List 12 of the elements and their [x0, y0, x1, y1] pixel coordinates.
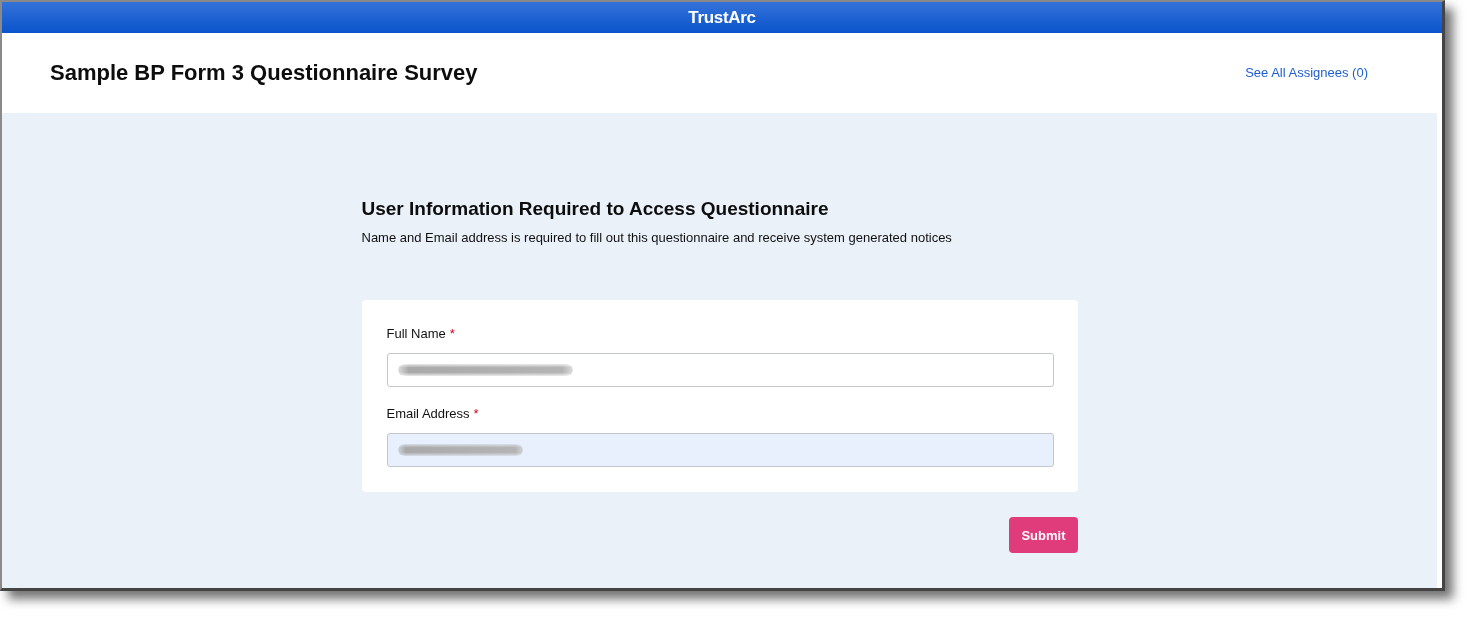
brand-logo-text: TrustArc: [688, 7, 756, 28]
field-label: Full Name: [386, 325, 446, 343]
form-heading: User Information Required to Access Questionnaire: [361, 197, 830, 221]
required-asterisk: *: [449, 325, 455, 343]
see-all-assignees-link[interactable]: See All Assignees (0): [1245, 64, 1368, 80]
form-description: Name and Email address is required to fill out this questionnaire and receive system generated notices: [361, 229, 953, 247]
submit-button[interactable]: Submit: [1009, 517, 1078, 553]
input-field[interactable]: [386, 433, 1054, 467]
page-title: Sample BP Form 3 Questionnaire Survey: [50, 60, 478, 86]
required-asterisk: *: [473, 405, 479, 423]
input-field[interactable]: [386, 353, 1054, 387]
field-label: Email Address: [386, 405, 470, 423]
